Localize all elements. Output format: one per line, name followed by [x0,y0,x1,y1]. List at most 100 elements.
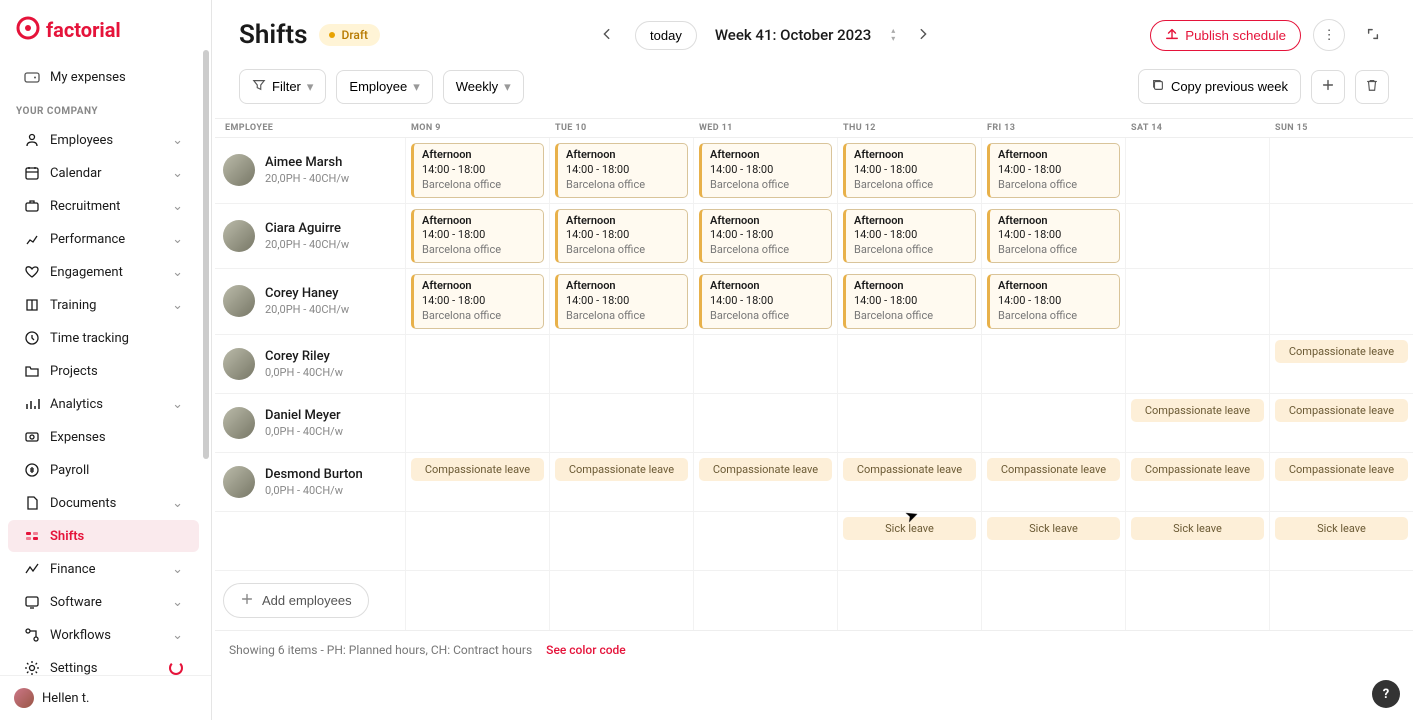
sidebar-user[interactable]: Hellen t. [0,675,211,720]
day-cell[interactable]: Sick leave [1269,512,1413,570]
day-cell[interactable] [549,394,693,452]
day-cell[interactable]: Afternoon14:00 - 18:00Barcelona office [837,204,981,269]
day-cell[interactable]: Afternoon14:00 - 18:00Barcelona office [837,269,981,334]
day-cell[interactable]: Afternoon14:00 - 18:00Barcelona office [405,204,549,269]
employee-cell[interactable]: Ciara Aguirre20,0PH - 40CH/w [215,204,405,269]
shift-card[interactable]: Afternoon14:00 - 18:00Barcelona office [555,143,688,198]
leave-card-comp[interactable]: Compassionate leave [1275,399,1408,422]
day-cell[interactable]: Afternoon14:00 - 18:00Barcelona office [837,138,981,203]
sidebar-item-documents[interactable]: Documents⌄ [8,487,199,519]
shift-card[interactable]: Afternoon14:00 - 18:00Barcelona office [843,143,976,198]
day-cell[interactable]: Afternoon14:00 - 18:00Barcelona office [549,204,693,269]
day-cell[interactable]: Sick leave [981,512,1125,570]
day-cell[interactable]: Sick leave [1125,512,1269,570]
day-cell[interactable]: Compassionate leave [405,453,549,511]
prev-period-button[interactable] [591,19,623,51]
day-cell[interactable]: Compassionate leave [693,453,837,511]
sidebar-item-settings[interactable]: Settings [8,652,199,675]
leave-card-comp[interactable]: Compassionate leave [843,458,976,481]
day-cell[interactable]: Compassionate leave [549,453,693,511]
shift-card[interactable]: Afternoon14:00 - 18:00Barcelona office [843,209,976,264]
day-cell[interactable] [693,335,837,393]
sidebar-item-performance[interactable]: Performance⌄ [8,223,199,255]
sidebar-item-projects[interactable]: Projects [8,355,199,387]
scrollbar-thumb[interactable] [203,50,209,459]
day-cell[interactable]: Afternoon14:00 - 18:00Barcelona office [693,269,837,334]
day-cell[interactable]: Afternoon14:00 - 18:00Barcelona office [549,269,693,334]
leave-card-sick[interactable]: Sick leave [1275,517,1408,540]
fullscreen-button[interactable] [1357,19,1389,51]
day-cell[interactable] [549,335,693,393]
shift-card[interactable]: Afternoon14:00 - 18:00Barcelona office [555,209,688,264]
sidebar-item-time-tracking[interactable]: Time tracking [8,322,199,354]
sidebar-item-software[interactable]: Software⌄ [8,586,199,618]
day-cell[interactable] [549,512,693,570]
chevron-down-icon[interactable]: ▾ [891,35,895,43]
day-cell[interactable] [693,512,837,570]
period-stepper[interactable]: ▴ ▾ [891,27,895,43]
group-dropdown[interactable]: Employee ▾ [336,70,432,104]
sidebar-item-workflows[interactable]: Workflows⌄ [8,619,199,651]
shift-card[interactable]: Afternoon14:00 - 18:00Barcelona office [987,209,1120,264]
shift-card[interactable]: Afternoon14:00 - 18:00Barcelona office [987,274,1120,329]
leave-card-comp[interactable]: Compassionate leave [1131,458,1264,481]
day-cell[interactable] [1125,138,1269,203]
copy-previous-button[interactable]: Copy previous week [1138,69,1301,104]
day-cell[interactable] [1269,269,1413,334]
delete-button[interactable] [1355,70,1389,104]
day-cell[interactable]: Compassionate leave [837,453,981,511]
sidebar-item-analytics[interactable]: Analytics⌄ [8,388,199,420]
shift-card[interactable]: Afternoon14:00 - 18:00Barcelona office [699,143,832,198]
day-cell[interactable] [1125,269,1269,334]
day-cell[interactable] [693,394,837,452]
day-cell[interactable]: Compassionate leave [1269,335,1413,393]
day-cell[interactable] [837,335,981,393]
leave-card-comp[interactable]: Compassionate leave [1275,458,1408,481]
color-code-link[interactable]: See color code [546,643,626,657]
leave-card-sick[interactable]: Sick leave [1131,517,1264,540]
day-cell[interactable] [405,394,549,452]
sidebar-item-payroll[interactable]: Payroll [8,454,199,486]
sidebar-item-expenses[interactable]: Expenses [8,421,199,453]
day-cell[interactable] [1125,204,1269,269]
day-cell[interactable]: Compassionate leave [1125,453,1269,511]
day-cell[interactable] [837,394,981,452]
day-cell[interactable] [405,335,549,393]
leave-card-comp[interactable]: Compassionate leave [1131,399,1264,422]
day-cell[interactable]: Afternoon14:00 - 18:00Barcelona office [405,138,549,203]
leave-card-comp[interactable]: Compassionate leave [1275,340,1408,363]
shift-card[interactable]: Afternoon14:00 - 18:00Barcelona office [699,274,832,329]
employee-cell[interactable]: Daniel Meyer0,0PH - 40CH/w [215,394,405,452]
filter-dropdown[interactable]: Filter ▾ [239,69,326,104]
shift-card[interactable]: Afternoon14:00 - 18:00Barcelona office [555,274,688,329]
leave-card-comp[interactable]: Compassionate leave [987,458,1120,481]
help-button[interactable]: ? [1372,680,1400,708]
range-dropdown[interactable]: Weekly ▾ [443,70,524,104]
employee-cell[interactable]: Aimee Marsh20,0PH - 40CH/w [215,138,405,203]
add-button[interactable] [1311,70,1345,104]
sidebar-item-shifts[interactable]: Shifts [8,520,199,552]
sidebar-item-calendar[interactable]: Calendar⌄ [8,157,199,189]
day-cell[interactable] [981,394,1125,452]
day-cell[interactable] [1125,335,1269,393]
leave-card-comp[interactable]: Compassionate leave [555,458,688,481]
shift-card[interactable]: Afternoon14:00 - 18:00Barcelona office [411,274,544,329]
day-cell[interactable]: Compassionate leave [1269,394,1413,452]
shift-card[interactable]: Afternoon14:00 - 18:00Barcelona office [411,209,544,264]
employee-cell[interactable]: Desmond Burton0,0PH - 40CH/w [215,453,405,511]
next-period-button[interactable] [907,19,939,51]
day-cell[interactable]: Afternoon14:00 - 18:00Barcelona office [549,138,693,203]
sidebar-item-employees[interactable]: Employees⌄ [8,124,199,156]
day-cell[interactable]: Afternoon14:00 - 18:00Barcelona office [981,204,1125,269]
day-cell[interactable]: Compassionate leave [981,453,1125,511]
employee-cell[interactable]: Corey Haney20,0PH - 40CH/w [215,269,405,334]
sidebar-item-engagement[interactable]: Engagement⌄ [8,256,199,288]
leave-card-sick[interactable]: Sick leave [987,517,1120,540]
shift-card[interactable]: Afternoon14:00 - 18:00Barcelona office [699,209,832,264]
more-menu-button[interactable]: ⋮ [1313,19,1345,51]
day-cell[interactable] [981,335,1125,393]
add-employees-button[interactable]: Add employees [223,583,369,618]
day-cell[interactable]: Afternoon14:00 - 18:00Barcelona office [981,138,1125,203]
day-cell[interactable]: Afternoon14:00 - 18:00Barcelona office [405,269,549,334]
sidebar-scrollbar[interactable] [191,50,211,670]
